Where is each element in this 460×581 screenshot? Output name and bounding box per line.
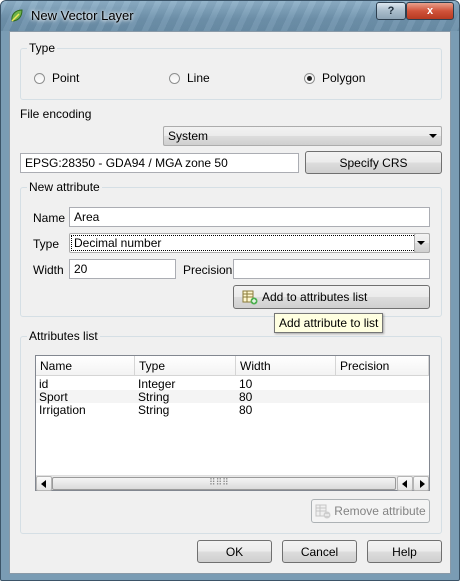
horizontal-scrollbar[interactable]: ⠿⠿⠿ (36, 475, 429, 491)
help-button[interactable]: Help (367, 540, 442, 563)
cell-type: Integer (138, 377, 176, 391)
radio-line[interactable] (169, 73, 180, 84)
remove-attribute-label: Remove attribute (334, 504, 426, 518)
name-input[interactable]: Area (69, 207, 430, 227)
column-header-width[interactable]: Width (236, 356, 336, 376)
attributes-table[interactable]: Name Type Width Precision id Integer 10 … (35, 355, 430, 491)
title-bar[interactable]: New Vector Layer ? x (1, 1, 459, 31)
width-input[interactable]: 20 (69, 259, 176, 279)
scroll-right-button[interactable] (413, 476, 429, 491)
scroll-thumb[interactable]: ⠿⠿⠿ (52, 477, 396, 490)
cell-name: id (39, 377, 49, 391)
crs-field: EPSG:28350 - GDA94 / MGA zone 50 (20, 153, 299, 173)
type-value: Decimal number (74, 236, 162, 250)
arrow-left-icon (41, 480, 46, 488)
scroll-left-button[interactable] (36, 476, 52, 491)
titlebar-help-button[interactable]: ? (376, 2, 406, 20)
attributes-list-group-title: Attributes list (27, 329, 100, 343)
cell-name: Irrigation (39, 403, 86, 417)
new-attribute-group-title: New attribute (27, 180, 102, 194)
add-to-attributes-label: Add to attributes list (262, 290, 368, 304)
remove-table-icon (315, 504, 331, 519)
table-row-band (36, 390, 429, 403)
file-encoding-label: File encoding (20, 107, 92, 121)
cell-type: String (138, 403, 170, 417)
cell-type: String (138, 390, 170, 404)
cell-width: 10 (239, 377, 253, 391)
chevron-down-icon (429, 134, 437, 138)
attributes-list-group: Attributes list Name Type Width Precisio… (20, 329, 442, 534)
dialog-client-area: Type Point Line Polygon File encoding Sy… (9, 31, 451, 574)
radio-point[interactable] (34, 73, 45, 84)
radio-polygon-label[interactable]: Polygon (322, 71, 365, 85)
radio-polygon[interactable] (304, 73, 315, 84)
ok-button[interactable]: OK (197, 540, 272, 563)
add-to-attributes-button[interactable]: Add to attributes list (233, 285, 430, 309)
name-label: Name (33, 211, 66, 225)
titlebar-close-button[interactable]: x (406, 2, 454, 20)
precision-input[interactable] (233, 259, 430, 279)
chevron-down-icon (417, 241, 425, 245)
type-group: Type Point Line Polygon (20, 41, 442, 100)
radio-line-label[interactable]: Line (187, 71, 210, 85)
type-group-title: Type (27, 41, 58, 55)
file-encoding-combo[interactable]: System (163, 126, 442, 146)
qgis-leaf-icon (11, 9, 23, 22)
type-label: Type (33, 237, 60, 251)
precision-label: Precision (183, 263, 233, 277)
radio-point-label[interactable]: Point (52, 71, 79, 85)
cell-width: 80 (239, 390, 253, 404)
add-table-icon (242, 290, 258, 305)
scroll-left-button-2[interactable] (397, 476, 413, 491)
cancel-button[interactable]: Cancel (282, 540, 357, 563)
dialog-window: New Vector Layer ? x Type Point Line Pol… (0, 0, 460, 581)
column-header-type[interactable]: Type (135, 356, 236, 376)
type-combo[interactable]: Decimal number (69, 233, 430, 253)
cell-width: 80 (239, 403, 253, 417)
grip-icon: ⠿⠿⠿ (209, 477, 229, 487)
column-header-name[interactable]: Name (36, 356, 135, 376)
type-combo-dropdown-button[interactable] (414, 233, 430, 253)
file-encoding-value: System (168, 129, 209, 143)
column-header-precision[interactable]: Precision (336, 356, 429, 376)
window-title: New Vector Layer (31, 8, 134, 23)
remove-attribute-button[interactable]: Remove attribute (311, 499, 430, 523)
width-label: Width (33, 263, 64, 277)
arrow-right-icon (420, 480, 425, 488)
cell-name: Sport (39, 390, 68, 404)
add-attribute-tooltip: Add attribute to list (274, 313, 384, 333)
specify-crs-button[interactable]: Specify CRS (305, 151, 442, 174)
arrow-left-icon (402, 480, 407, 488)
new-attribute-group: New attribute Name Area Type Decimal num… (20, 180, 442, 317)
